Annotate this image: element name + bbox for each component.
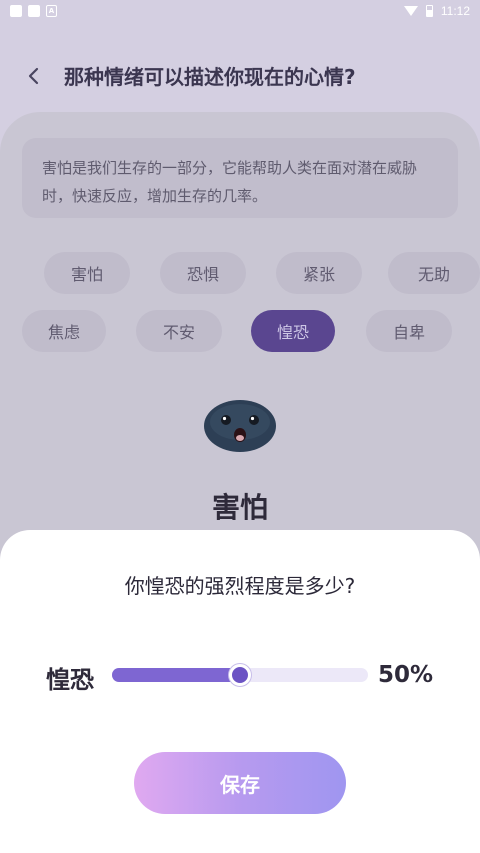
emotion-name: 害怕 [211,491,268,524]
chip-jin-zhang[interactable]: 紧张 [276,252,362,294]
chip-wu-zhu[interactable]: 无助 [388,252,480,294]
notification-icon [28,5,40,17]
page-title: 那种情绪可以描述你现在的心情? [64,65,356,89]
slider-thumb[interactable] [229,664,251,686]
status-bar: A 11:12 [0,0,480,22]
chip-bu-an[interactable]: 不安 [136,310,222,352]
slider-label: 惶恐 [46,666,94,694]
screen: A 11:12 那种情绪可以描述你现在的心情? 害怕是我们生存的一部分，它能帮助… [0,0,480,853]
save-button[interactable]: 保存 [134,752,346,814]
back-button[interactable] [20,62,48,90]
chip-hai-pa[interactable]: 害怕 [44,252,130,294]
chip-zi-bei[interactable]: 自卑 [366,310,452,352]
chip-jiao-lv[interactable]: 焦虑 [22,310,106,352]
slider-fill [112,668,242,682]
slider-value: 50% [378,662,434,688]
emotion-description: 害怕是我们生存的一部分，它能帮助人类在面对潜在威胁时，快速反应，增加生存的几率。 [22,138,458,218]
wifi-icon [403,6,418,16]
chip-huang-kong[interactable]: 惶恐 [251,310,335,352]
app-notification-icon: A [46,5,57,17]
sheet-title: 你惶恐的强烈程度是多少? [124,574,356,598]
chip-kong-ju[interactable]: 恐惧 [160,252,246,294]
battery-icon [425,5,433,17]
scared-face-icon [204,400,276,452]
status-time: 11:12 [440,4,470,18]
chevron-left-icon [28,67,39,85]
notification-icon [10,5,22,17]
header: 那种情绪可以描述你现在的心情? [0,50,480,100]
intensity-slider[interactable] [112,664,368,686]
